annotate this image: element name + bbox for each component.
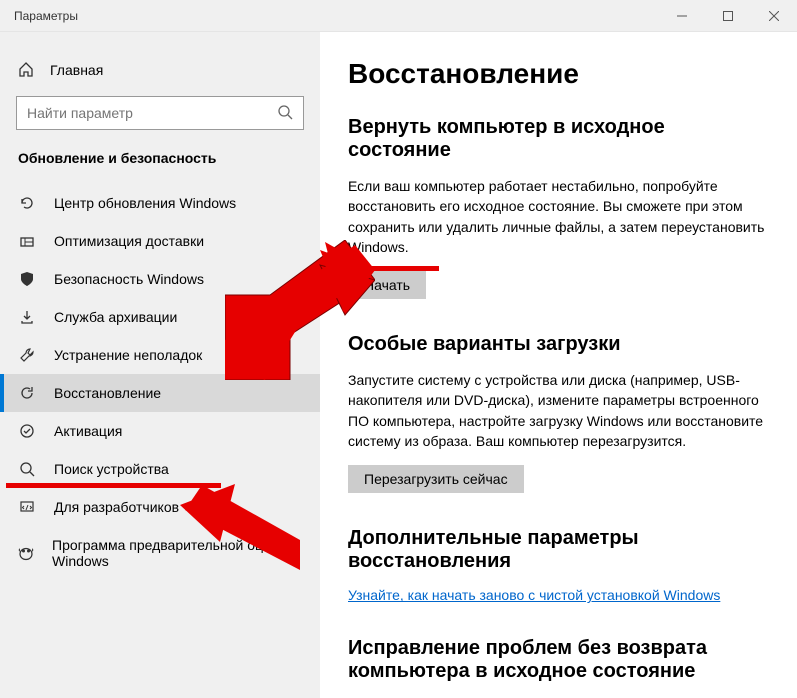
section-heading: Обновление и безопасность xyxy=(18,150,302,166)
sidebar-item-label: Для разработчиков xyxy=(54,499,179,515)
settings-window: Параметры Главная xyxy=(0,0,797,698)
sidebar-item-label: Оптимизация доставки xyxy=(54,233,204,249)
window-title: Параметры xyxy=(0,9,659,23)
main-panel: Восстановление Вернуть компьютер в исход… xyxy=(320,32,797,698)
delivery-icon xyxy=(18,233,36,249)
window-controls xyxy=(659,0,797,32)
sidebar-item-label: Служба архивации xyxy=(54,309,177,325)
recovery-icon xyxy=(18,385,36,401)
more-recovery-title: Дополнительные параметры восстановления xyxy=(348,527,769,573)
maximize-button[interactable] xyxy=(705,0,751,32)
content-area: Главная Обновление и безопасность Центр … xyxy=(0,32,797,698)
fresh-start-link[interactable]: Узнайте, как начать заново с чистой уста… xyxy=(348,587,720,603)
page-title: Восстановление xyxy=(348,58,769,90)
find-device-icon xyxy=(18,461,36,477)
home-nav[interactable]: Главная xyxy=(0,54,320,96)
sidebar-item-recovery[interactable]: Восстановление xyxy=(0,374,320,412)
sidebar-item-delivery-optimization[interactable]: Оптимизация доставки xyxy=(0,222,320,260)
reset-pc-title: Вернуть компьютер в исходное состояние xyxy=(348,116,769,162)
advanced-startup-title: Особые варианты загрузки xyxy=(348,333,769,356)
sidebar-item-label: Устранение неполадок xyxy=(54,347,202,363)
sidebar-item-backup[interactable]: Служба архивации xyxy=(0,298,320,336)
search-field[interactable] xyxy=(27,105,277,121)
sidebar-item-label: Поиск устройства xyxy=(54,461,169,477)
sidebar-item-label: Активация xyxy=(54,423,122,439)
annotation-underline xyxy=(347,266,439,271)
developers-icon xyxy=(18,499,36,515)
sidebar-item-label: Восстановление xyxy=(54,385,161,401)
home-label: Главная xyxy=(50,62,103,78)
sidebar-item-label: Программа предварительной оценки Windows xyxy=(52,537,302,569)
insider-icon xyxy=(18,545,34,561)
search-icon xyxy=(277,104,293,123)
home-icon xyxy=(18,62,34,78)
sidebar-item-troubleshoot[interactable]: Устранение неполадок xyxy=(0,336,320,374)
sidebar-item-activation[interactable]: Активация xyxy=(0,412,320,450)
sidebar-item-windows-security[interactable]: Безопасность Windows xyxy=(0,260,320,298)
reset-start-button[interactable]: Начать xyxy=(348,271,426,299)
security-icon xyxy=(18,271,36,287)
reset-pc-description: Если ваш компьютер работает нестабильно,… xyxy=(348,176,769,257)
advanced-startup-description: Запустите систему с устройства или диска… xyxy=(348,370,769,451)
sidebar: Главная Обновление и безопасность Центр … xyxy=(0,32,320,698)
more-recovery-section: Дополнительные параметры восстановления … xyxy=(348,527,769,603)
sidebar-item-for-developers[interactable]: Для разработчиков xyxy=(0,488,320,526)
sidebar-item-label: Безопасность Windows xyxy=(54,271,204,287)
advanced-startup-section: Особые варианты загрузки Запустите систе… xyxy=(348,333,769,493)
restart-now-button[interactable]: Перезагрузить сейчас xyxy=(348,465,524,493)
title-bar: Параметры xyxy=(0,0,797,32)
sidebar-item-windows-update[interactable]: Центр обновления Windows xyxy=(0,184,320,222)
backup-icon xyxy=(18,309,36,325)
activation-icon xyxy=(18,423,36,439)
nav-list: Центр обновления Windows Оптимизация дос… xyxy=(0,184,320,580)
close-button[interactable] xyxy=(751,0,797,32)
sidebar-item-label: Центр обновления Windows xyxy=(54,195,236,211)
update-icon xyxy=(18,195,36,211)
sidebar-item-insider-program[interactable]: Программа предварительной оценки Windows xyxy=(0,526,320,580)
minimize-button[interactable] xyxy=(659,0,705,32)
reset-pc-section: Вернуть компьютер в исходное состояние Е… xyxy=(348,116,769,299)
annotation-underline xyxy=(6,483,221,488)
troubleshoot-icon xyxy=(18,347,36,363)
search-input[interactable] xyxy=(16,96,304,130)
fix-problems-title: Исправление проблем без возврата компьют… xyxy=(348,637,769,683)
fix-problems-section: Исправление проблем без возврата компьют… xyxy=(348,637,769,683)
